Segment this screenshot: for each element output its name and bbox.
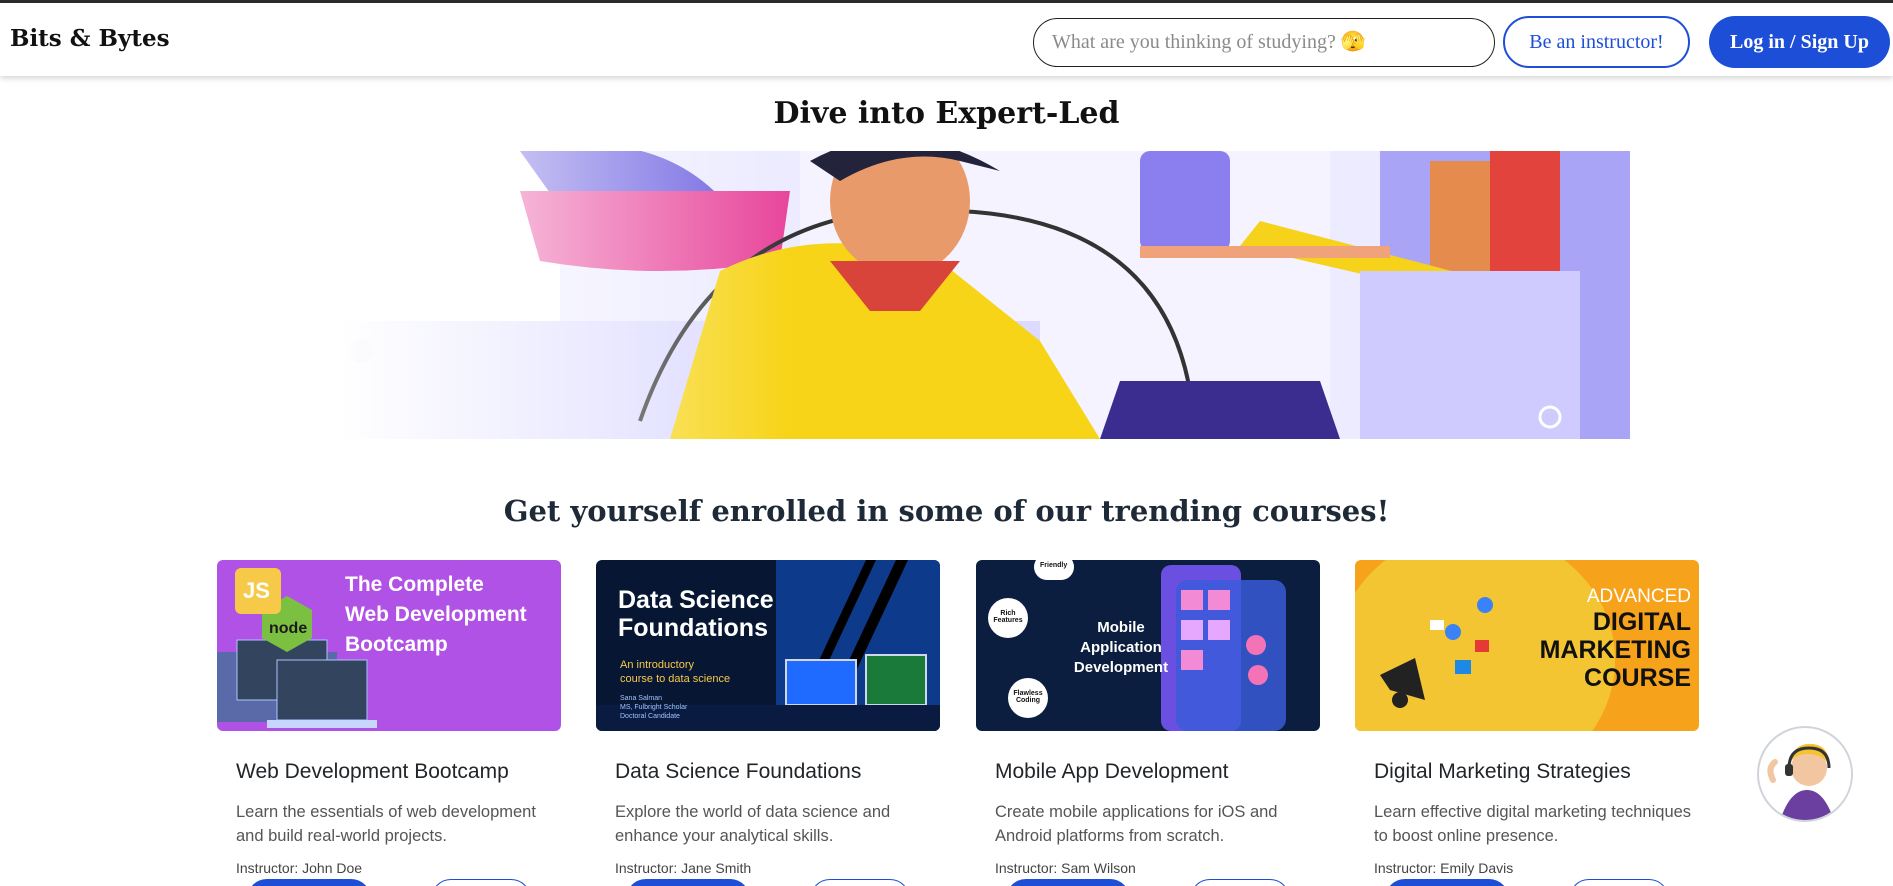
be-instructor-button[interactable]: Be an instructor!: [1503, 16, 1690, 68]
course-instructor: Instructor: John Doe: [236, 860, 363, 876]
course-description: Explore the world of data science and en…: [615, 803, 891, 845]
course-description: Learn the essentials of web development …: [236, 803, 536, 845]
thumb-heading: Mobile Application Development: [1073, 619, 1169, 676]
enroll-button[interactable]: [626, 879, 750, 886]
course-title[interactable]: Web Development Bootcamp: [236, 760, 561, 784]
course-card[interactable]: JS node The Complete Web Development Boo…: [217, 560, 561, 886]
enroll-button[interactable]: [1385, 879, 1509, 886]
enroll-button[interactable]: [247, 879, 371, 886]
support-agent-icon: [1761, 730, 1851, 820]
login-signup-button[interactable]: Log in / Sign Up: [1709, 16, 1890, 68]
thumb-author: Sana Salman MS, Fulbright Scholar Doctor…: [620, 695, 688, 720]
bubble-features: Rich Features: [993, 610, 1023, 624]
course-thumbnail[interactable]: Data Science Foundations An introductory…: [596, 560, 940, 731]
course-title[interactable]: Mobile App Development: [995, 760, 1320, 784]
course-card[interactable]: Friendly Rich Features Flawless Coding M…: [976, 560, 1320, 886]
thumb-subtitle: An introductory course to data science: [620, 659, 731, 685]
course-card[interactable]: Data Science Foundations An introductory…: [596, 560, 940, 886]
thumb-heading: Data Science Foundations: [618, 586, 774, 642]
course-card[interactable]: ADVANCED DIGITAL MARKETING COURSE Digita…: [1355, 560, 1699, 886]
bubble-friendly: Friendly: [1040, 562, 1068, 569]
brand-logo[interactable]: Bits & Bytes: [10, 25, 170, 52]
course-title[interactable]: Data Science Foundations: [615, 760, 940, 784]
trending-courses-title: Get yourself enrolled in some of our tre…: [503, 494, 1390, 528]
search-input[interactable]: [1033, 18, 1495, 67]
details-button[interactable]: [1569, 879, 1669, 886]
thumb-heading: ADVANCED DIGITAL MARKETING COURSE: [1539, 586, 1691, 692]
enroll-button[interactable]: [1006, 879, 1130, 886]
course-thumbnail[interactable]: ADVANCED DIGITAL MARKETING COURSE: [1355, 560, 1699, 731]
hero-illustration: [340, 151, 1630, 439]
js-badge: JS: [243, 578, 270, 603]
details-button[interactable]: [431, 879, 531, 886]
top-navbar: Bits & Bytes Be an instructor! Log in / …: [0, 0, 1893, 76]
chatbot-avatar-button[interactable]: [1757, 726, 1853, 822]
course-instructor: Instructor: Sam Wilson: [995, 860, 1136, 876]
course-description: Create mobile applications for iOS and A…: [995, 803, 1278, 845]
details-button[interactable]: [810, 879, 910, 886]
details-button[interactable]: [1190, 879, 1290, 886]
course-thumbnail[interactable]: Friendly Rich Features Flawless Coding M…: [976, 560, 1320, 731]
course-instructor: Instructor: Emily Davis: [1374, 860, 1514, 876]
node-badge: node: [269, 620, 308, 637]
bubble-coding: Flawless Coding: [1013, 690, 1043, 704]
course-description: Learn effective digital marketing techni…: [1374, 803, 1692, 845]
course-title[interactable]: Digital Marketing Strategies: [1374, 760, 1699, 784]
hero-title: Dive into Expert-Led: [773, 96, 1120, 131]
course-instructor: Instructor: Jane Smith: [615, 860, 752, 876]
course-thumbnail[interactable]: JS node The Complete Web Development Boo…: [217, 560, 561, 731]
thumb-heading: The Complete Web Development Bootcamp: [345, 573, 527, 656]
